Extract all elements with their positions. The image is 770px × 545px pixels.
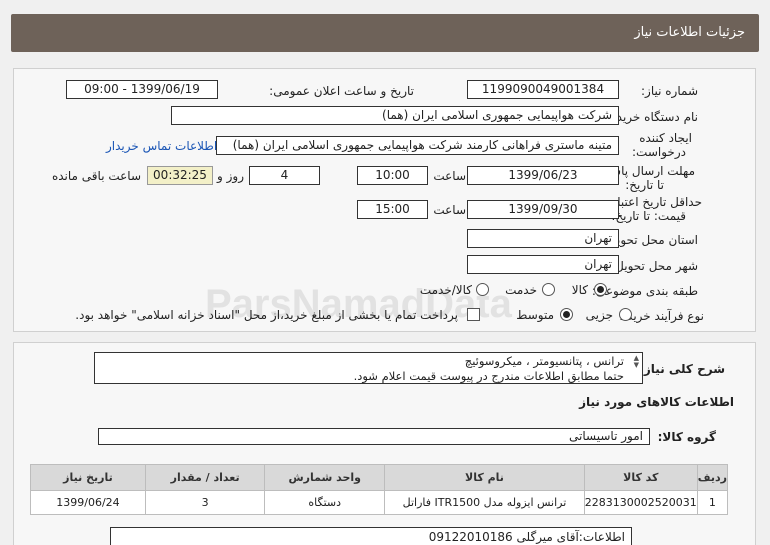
creator-label-line2: درخواست: <box>632 145 686 159</box>
process-option-medium: متوسط <box>516 308 554 322</box>
validity-time-label: ساعت <box>433 203 466 217</box>
creator-label-line1: ایجاد کننده <box>639 131 692 145</box>
need-number-field: 1199090049001384 <box>467 80 619 99</box>
remaining-time-timer: 00:32:25 <box>147 166 213 185</box>
need-number-label: شماره نیاز: <box>641 84 698 98</box>
goods-table: ردیف کد کالا نام کالا واحد شمارش تعداد /… <box>30 464 729 515</box>
cell-qty: 3 <box>144 490 266 515</box>
city-label: شهر محل تحویل: <box>611 259 698 273</box>
cell-row: 1 <box>696 490 729 515</box>
treasury-payment-note: پرداخت تمام یا بخشی از مبلغ خرید،از محل … <box>75 308 458 322</box>
summary-textarea[interactable]: ترانس ، پتانسیومتر ، میکروسوئیچ حتما مطا… <box>94 352 643 384</box>
goods-section-title: اطلاعات کالاهای مورد نیاز <box>579 395 734 409</box>
deadline-date-field: 1399/06/23 <box>467 166 619 185</box>
summary-line-1: ترانس ، پتانسیومتر ، میکروسوئیچ <box>464 354 624 368</box>
goods-info-field: اطلاعات:آقای میرگلی 09122010186 <box>110 527 632 545</box>
category-option-goods-service: کالا/خدمت <box>419 283 472 297</box>
remaining-days-field: 4 <box>249 166 320 185</box>
validity-date-field: 1399/09/30 <box>467 200 619 219</box>
announce-datetime-label: تاریخ و ساعت اعلان عمومی: <box>269 84 414 98</box>
category-radio-goods-service[interactable] <box>476 283 489 296</box>
category-radio-service[interactable] <box>542 283 555 296</box>
col-qty-header: تعداد / مقدار <box>144 464 266 491</box>
summary-label: شرح کلی نیاز: <box>639 362 725 376</box>
creator-field: متینه ماستری فراهانی کارمند شرکت هواپیما… <box>216 136 619 155</box>
col-code-header: کد کالا <box>583 464 698 491</box>
buyer-contact-link[interactable]: اطلاعات تماس خریدار <box>106 139 217 153</box>
process-type-label: نوع فرآیند خرید : <box>619 309 704 323</box>
remaining-days-label: روز و <box>217 169 244 183</box>
category-radio-goods[interactable] <box>594 283 607 296</box>
buyer-field: شرکت هواپیمایی جمهوری اسلامی ایران (هما) <box>171 106 619 125</box>
category-option-goods: کالا <box>571 283 588 297</box>
cell-unit: دستگاه <box>264 490 386 515</box>
summary-line-2: حتما مطابق اطلاعات مندرج در پیوست قیمت ا… <box>353 369 624 383</box>
category-label: طبقه بندی موضوعی: <box>591 284 698 298</box>
cell-date: 1399/06/24 <box>30 490 146 515</box>
process-radio-minor[interactable] <box>619 308 632 321</box>
cell-name: ترانس ایزوله مدل ITR1500 فاراتل <box>384 490 585 515</box>
process-option-minor: جزیی <box>585 308 613 322</box>
announce-datetime-field: 1399/06/19 - 09:00 <box>66 80 218 99</box>
validity-label-line1: حداقل تاریخ اعتبار <box>611 195 702 209</box>
treasury-payment-checkbox[interactable] <box>467 308 480 321</box>
cell-code: 2283130002520031 <box>583 490 698 515</box>
table-row: 1 2283130002520031 ترانس ایزوله مدل ITR1… <box>30 490 729 515</box>
city-field: تهران <box>467 255 619 274</box>
process-radio-medium[interactable] <box>560 308 573 321</box>
category-option-service: خدمت <box>505 283 537 297</box>
deadline-time-label: ساعت <box>433 169 466 183</box>
validity-time-field: 15:00 <box>357 200 428 219</box>
deadline-label-line2: تا تاریخ: <box>625 178 664 192</box>
goods-group-field: امور تاسیساتی <box>98 428 650 445</box>
goods-table-header: ردیف کد کالا نام کالا واحد شمارش تعداد /… <box>30 464 729 491</box>
col-unit-header: واحد شمارش <box>264 464 386 491</box>
textarea-resize-icon[interactable]: ▲ ▼ <box>634 355 639 369</box>
province-field: تهران <box>467 229 619 248</box>
page-title-bar: جزئیات اطلاعات نیاز <box>11 14 759 52</box>
col-name-header: نام کالا <box>384 464 585 491</box>
page-title: جزئیات اطلاعات نیاز <box>634 25 745 40</box>
col-row-header: ردیف <box>696 464 729 491</box>
validity-label-line2: قیمت: تا تاریخ: <box>611 209 686 223</box>
deadline-time-field: 10:00 <box>357 166 428 185</box>
goods-group-label: گروه کالا: <box>657 430 716 444</box>
remaining-time-label: ساعت باقی مانده <box>51 169 141 183</box>
col-date-header: تاریخ نیاز <box>30 464 146 491</box>
